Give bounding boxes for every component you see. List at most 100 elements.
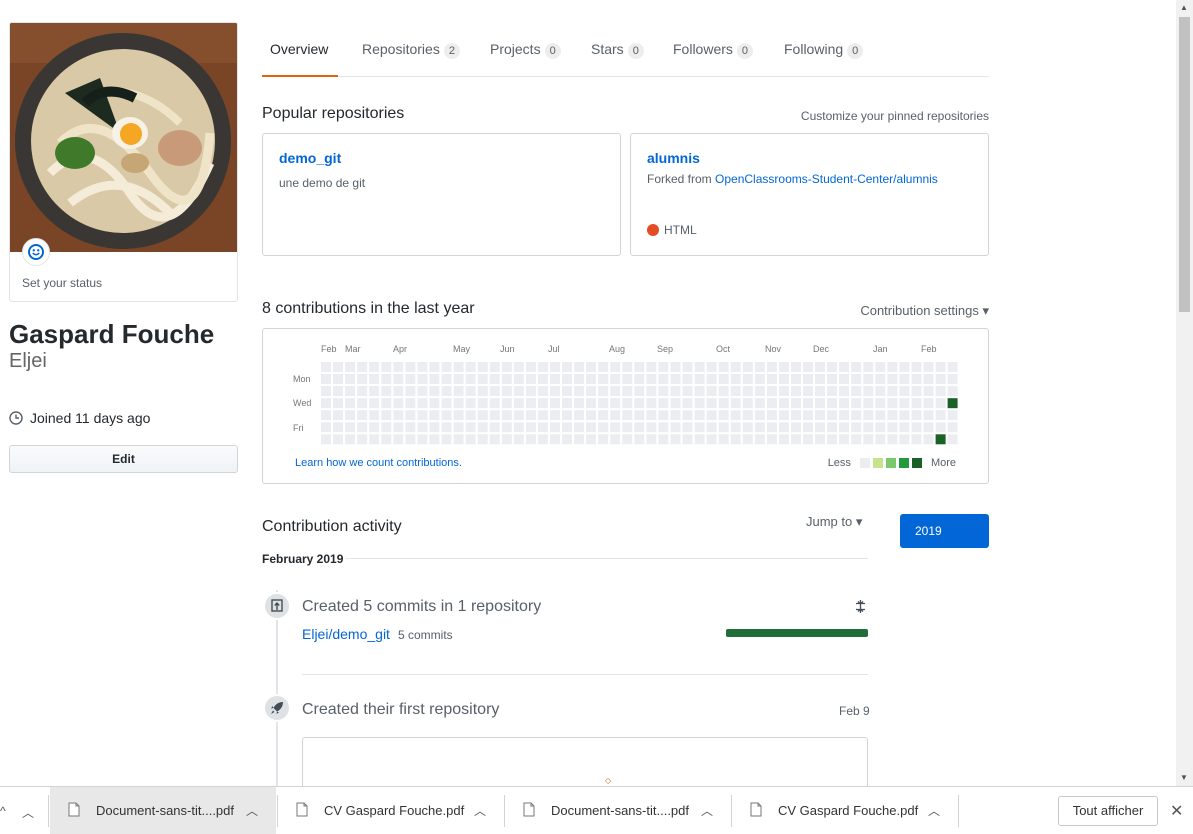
contribution-day[interactable] <box>489 386 500 397</box>
contribution-day[interactable] <box>803 398 813 409</box>
scroll-thumb[interactable] <box>1179 17 1190 312</box>
contribution-day[interactable] <box>345 434 356 445</box>
contribution-day[interactable] <box>333 410 343 421</box>
customize-pins-link[interactable]: Customize your pinned repositories <box>801 109 989 123</box>
contribution-day[interactable] <box>646 374 657 384</box>
learn-contributions-link[interactable]: Learn how we count contributions. <box>295 457 462 469</box>
contribution-day[interactable] <box>935 374 946 384</box>
contribution-day[interactable] <box>453 362 464 372</box>
contribution-day[interactable] <box>875 398 886 409</box>
contribution-day[interactable] <box>803 410 813 421</box>
contribution-day[interactable] <box>851 374 862 384</box>
contribution-day[interactable] <box>694 374 705 384</box>
contribution-day[interactable] <box>345 386 356 397</box>
contribution-day[interactable] <box>766 386 777 397</box>
contribution-day[interactable] <box>550 386 560 397</box>
contribution-day[interactable] <box>742 410 753 421</box>
contribution-day[interactable] <box>562 362 572 372</box>
contribution-day[interactable] <box>682 422 693 433</box>
contribution-day[interactable] <box>803 362 813 372</box>
tab-following[interactable]: Following 0 <box>784 25 864 77</box>
contribution-day[interactable] <box>887 410 898 421</box>
contribution-day[interactable] <box>550 434 560 445</box>
contribution-day[interactable] <box>827 410 838 421</box>
contribution-day[interactable] <box>574 386 585 397</box>
contribution-day[interactable] <box>742 386 753 397</box>
contribution-day[interactable] <box>501 398 512 409</box>
chevron-up-icon[interactable]: ︿ <box>246 802 258 819</box>
contribution-day[interactable] <box>610 422 621 433</box>
contribution-day[interactable] <box>381 398 392 409</box>
contribution-day[interactable] <box>706 398 717 409</box>
contribution-day[interactable] <box>742 374 753 384</box>
contribution-day[interactable] <box>803 374 813 384</box>
contribution-day[interactable] <box>598 422 609 433</box>
contribution-day[interactable] <box>875 422 886 433</box>
contribution-day[interactable] <box>369 386 380 397</box>
contribution-day[interactable] <box>574 398 585 409</box>
contribution-day[interactable] <box>923 362 934 372</box>
contribution-day[interactable] <box>863 422 874 433</box>
contribution-day[interactable] <box>923 434 934 445</box>
contribution-day[interactable] <box>778 398 789 409</box>
contribution-day[interactable] <box>634 422 645 433</box>
contribution-day[interactable] <box>622 422 633 433</box>
contribution-day[interactable] <box>465 386 476 397</box>
contribution-day[interactable] <box>875 410 886 421</box>
contribution-day[interactable] <box>441 434 452 445</box>
contribution-day[interactable] <box>766 410 777 421</box>
contribution-day[interactable] <box>923 374 934 384</box>
contribution-day[interactable] <box>646 434 657 445</box>
contribution-day[interactable] <box>513 398 524 409</box>
contribution-day[interactable] <box>477 386 488 397</box>
contribution-day[interactable] <box>381 374 392 384</box>
contribution-day[interactable] <box>477 410 488 421</box>
contribution-day[interactable] <box>333 434 343 445</box>
contribution-day[interactable] <box>477 422 488 433</box>
contribution-day[interactable] <box>574 362 585 372</box>
contribution-day[interactable] <box>357 398 368 409</box>
contribution-day[interactable] <box>791 374 801 384</box>
contribution-day[interactable] <box>586 374 597 384</box>
contribution-day[interactable] <box>682 362 693 372</box>
contribution-day[interactable] <box>899 362 910 372</box>
contribution-day[interactable] <box>345 374 356 384</box>
contribution-day[interactable] <box>911 362 922 372</box>
contribution-day[interactable] <box>321 362 331 372</box>
contribution-day[interactable] <box>525 362 536 372</box>
contribution-day[interactable] <box>851 410 862 421</box>
contribution-day[interactable] <box>839 374 850 384</box>
tab-projects[interactable]: Projects 0 <box>490 25 561 77</box>
contribution-day[interactable] <box>586 398 597 409</box>
contribution-day[interactable] <box>646 362 657 372</box>
contribution-day[interactable] <box>610 410 621 421</box>
contribution-day[interactable] <box>357 362 368 372</box>
contribution-day[interactable] <box>815 422 825 433</box>
activity-commit-count[interactable]: 5 commits <box>398 628 453 642</box>
contribution-day[interactable] <box>803 386 813 397</box>
contribution-day[interactable] <box>658 410 669 421</box>
contribution-day[interactable] <box>513 374 524 384</box>
forked-source-link[interactable]: OpenClassrooms-Student-Center/alumnis <box>715 172 938 186</box>
contribution-day[interactable] <box>863 410 874 421</box>
contribution-day[interactable] <box>513 434 524 445</box>
contribution-day[interactable] <box>417 422 428 433</box>
contribution-day[interactable] <box>550 374 560 384</box>
contribution-day[interactable] <box>766 362 777 372</box>
contribution-day[interactable] <box>778 422 789 433</box>
contribution-day[interactable] <box>453 386 464 397</box>
scroll-up-icon[interactable]: ▲ <box>1180 3 1188 12</box>
contribution-day[interactable] <box>803 434 813 445</box>
contribution-day[interactable] <box>453 410 464 421</box>
contribution-day[interactable] <box>730 386 741 397</box>
contribution-day[interactable] <box>947 374 958 384</box>
contribution-day[interactable] <box>634 398 645 409</box>
tab-overview[interactable]: Overview <box>262 25 338 77</box>
contribution-day[interactable] <box>381 410 392 421</box>
chevron-up-icon[interactable]: ︿ <box>701 802 713 819</box>
contribution-day[interactable] <box>911 434 922 445</box>
contribution-day[interactable] <box>369 398 380 409</box>
contribution-day[interactable] <box>381 422 392 433</box>
contribution-day[interactable] <box>778 386 789 397</box>
contribution-settings-dropdown[interactable]: Contribution settings ▾ <box>860 303 989 319</box>
